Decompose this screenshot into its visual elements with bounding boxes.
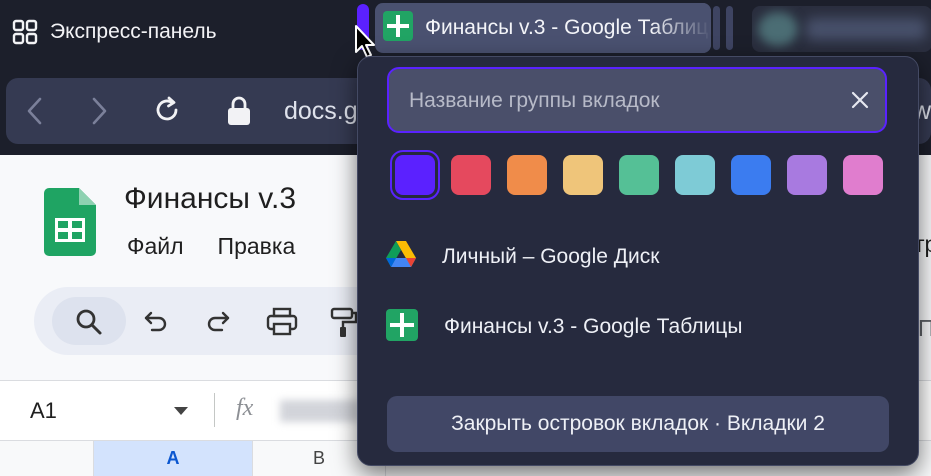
color-swatch[interactable]: [787, 155, 827, 195]
chevron-down-icon[interactable]: [174, 407, 188, 415]
group-tab-label: Финансы v.3 - Google Таблицы: [444, 315, 743, 338]
google-sheets-logo-icon[interactable]: [44, 188, 96, 261]
grid-icon: [12, 19, 38, 45]
group-name-input[interactable]: [407, 69, 841, 133]
color-swatch[interactable]: [390, 150, 440, 200]
name-box[interactable]: A1: [30, 398, 57, 424]
tab-blurred[interactable]: [752, 6, 931, 52]
color-swatch[interactable]: [675, 155, 715, 195]
close-icon[interactable]: [849, 89, 871, 111]
google-sheets-icon: [383, 10, 413, 46]
color-swatch[interactable]: [451, 155, 491, 195]
menu-edit[interactable]: Правка: [218, 233, 296, 260]
group-tab-label: Личный – Google Диск: [442, 245, 660, 268]
print-button[interactable]: [266, 307, 298, 342]
divider: [214, 393, 215, 427]
toolbar-fragment: П: [918, 315, 931, 341]
menu-file[interactable]: Файл: [127, 233, 184, 260]
color-swatch[interactable]: [843, 155, 883, 195]
color-swatch[interactable]: [731, 155, 771, 195]
url-text[interactable]: docs.g: [284, 97, 358, 126]
blurred-tab-title: [806, 18, 926, 40]
tab-stack-indicator[interactable]: [713, 6, 720, 50]
lock-icon[interactable]: [226, 95, 252, 132]
document-title[interactable]: Финансы v.3: [124, 182, 296, 216]
menu-bar: Файл Правка: [127, 233, 295, 260]
google-drive-icon: [386, 241, 416, 273]
close-tab-island-button[interactable]: Закрыть островок вкладок · Вкладки 2: [387, 396, 889, 452]
column-header-a[interactable]: A: [94, 441, 253, 476]
color-swatch[interactable]: [507, 155, 547, 195]
tab-active-finance[interactable]: Финансы v.3 - Google Таблицы: [375, 3, 711, 53]
reload-button[interactable]: [152, 95, 182, 130]
color-swatch[interactable]: [619, 155, 659, 195]
back-button[interactable]: [24, 96, 46, 131]
blurred-favicon: [758, 12, 798, 46]
search-icon: [76, 309, 102, 335]
google-sheets-icon: [386, 308, 418, 346]
forward-button[interactable]: [88, 96, 110, 131]
group-tab-item[interactable]: Финансы v.3 - Google Таблицы: [386, 308, 743, 346]
group-tab-item[interactable]: Личный – Google Диск: [386, 240, 659, 274]
select-all-corner[interactable]: [0, 441, 94, 476]
search-menus-button[interactable]: [52, 297, 126, 345]
formula-input[interactable]: [280, 400, 360, 422]
redo-button[interactable]: [204, 307, 232, 340]
fx-icon: fx: [236, 395, 254, 421]
undo-button[interactable]: [142, 307, 170, 340]
paint-format-button[interactable]: [330, 307, 358, 344]
color-swatch[interactable]: [563, 155, 603, 195]
toolbar: [34, 287, 394, 355]
tab-group-popup: Личный – Google Диск Финансы v.3 - Googl…: [357, 56, 919, 466]
speed-dial-tab[interactable]: Экспресс-панель: [12, 12, 217, 52]
group-name-field[interactable]: [387, 67, 887, 133]
tab-title-fade: [651, 3, 711, 53]
tab-stack-indicator[interactable]: [726, 6, 733, 50]
speed-dial-label: Экспресс-панель: [50, 20, 217, 43]
